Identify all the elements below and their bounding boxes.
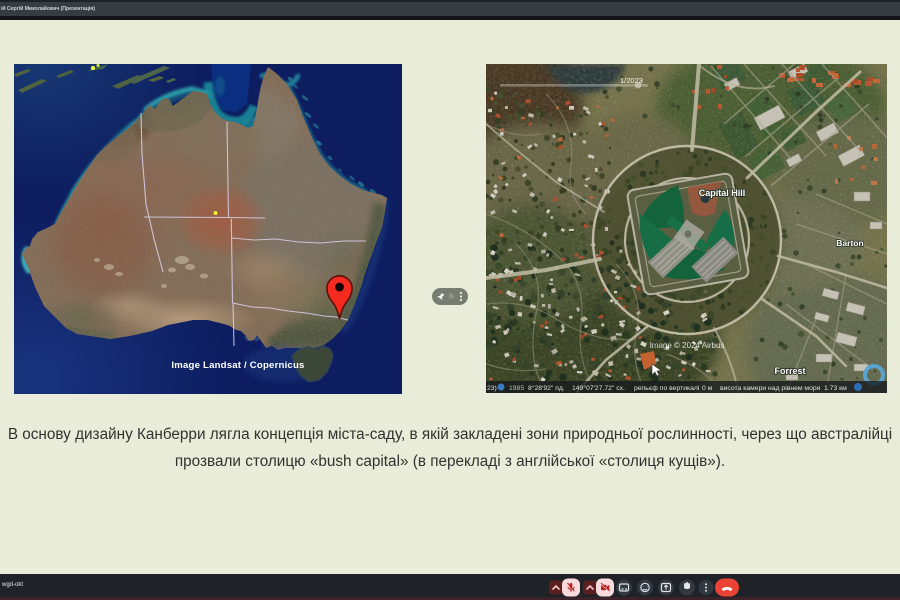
svg-text:1.73 км: 1.73 км [824, 385, 847, 392]
svg-text:1985: 1985 [509, 385, 524, 392]
svg-text:0 м: 0 м [702, 385, 713, 392]
svg-text:Forrest: Forrest [774, 366, 805, 376]
svg-text:Barton: Barton [836, 238, 863, 248]
svg-text:149°07'27.72" сх.: 149°07'27.72" сх. [572, 384, 625, 392]
svg-text:23): 23) [487, 385, 497, 392]
svg-text:рельєф по вертикалі: рельєф по вертикалі [634, 384, 700, 392]
svg-text:висота камери над рівнем моря: висота камери над рівнем моря [720, 384, 821, 392]
svg-text:8°28'92" пд.: 8°28'92" пд. [528, 384, 565, 392]
svg-text:Image © 2024 Airbus: Image © 2024 Airbus [650, 341, 725, 350]
svg-text:Image Landsat / Copernicus: Image Landsat / Copernicus [171, 360, 304, 371]
svg-text:Capital Hill: Capital Hill [699, 188, 746, 198]
